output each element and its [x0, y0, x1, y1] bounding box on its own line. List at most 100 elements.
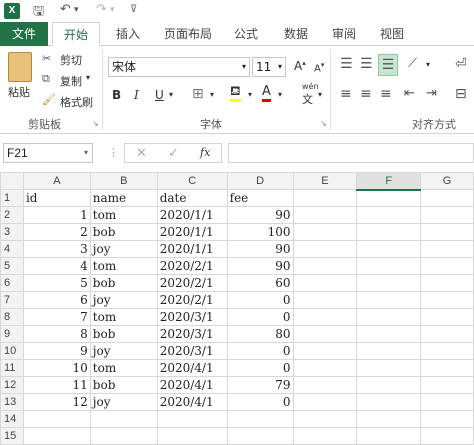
cell[interactable]: [22, 410, 91, 428]
cell[interactable]: [292, 257, 358, 275]
tab-review[interactable]: 审阅: [324, 22, 364, 46]
column-header[interactable]: E: [292, 172, 358, 190]
tab-home[interactable]: 开始: [52, 22, 100, 47]
orientation-icon[interactable]: ⟋: [408, 56, 417, 71]
cell[interactable]: [356, 325, 422, 343]
chevron-down-icon[interactable]: ▾: [318, 90, 322, 99]
cell[interactable]: fee: [226, 189, 294, 207]
column-header[interactable]: A: [22, 172, 91, 190]
chevron-down-icon[interactable]: ▾: [426, 60, 430, 69]
cell[interactable]: 2020/4/1: [156, 359, 228, 377]
cell[interactable]: [156, 427, 228, 445]
cell[interactable]: [356, 240, 422, 258]
cell[interactable]: [292, 206, 358, 224]
underline-button[interactable]: U: [155, 88, 164, 102]
cell[interactable]: tom: [89, 206, 158, 224]
cell[interactable]: 10: [22, 359, 91, 377]
cell[interactable]: joy: [89, 393, 158, 411]
tab-formulas[interactable]: 公式: [226, 22, 266, 46]
cell[interactable]: [356, 427, 422, 445]
cell[interactable]: 8: [22, 325, 91, 343]
cell[interactable]: [420, 393, 474, 411]
cell[interactable]: 2020/3/1: [156, 308, 228, 326]
cell[interactable]: [292, 308, 358, 326]
font-size-combo[interactable]: 11 ▾: [252, 57, 286, 77]
align-bottom-icon[interactable]: ☰: [378, 54, 398, 76]
cell[interactable]: 0: [226, 393, 294, 411]
tab-insert[interactable]: 插入: [108, 22, 148, 46]
cell[interactable]: [356, 206, 422, 224]
cell[interactable]: 2020/1/1: [156, 206, 228, 224]
chevron-down-icon[interactable]: ▾: [169, 90, 173, 99]
cell[interactable]: [292, 274, 358, 292]
cell[interactable]: date: [156, 189, 228, 207]
cell[interactable]: tom: [89, 308, 158, 326]
italic-button[interactable]: I: [134, 88, 139, 102]
bold-button[interactable]: B: [112, 88, 121, 102]
cell[interactable]: 90: [226, 257, 294, 275]
clipboard-launcher-icon[interactable]: ↘: [92, 119, 99, 128]
cell[interactable]: 9: [22, 342, 91, 360]
undo-dropdown-icon[interactable]: ▾: [74, 5, 79, 15]
chevron-down-icon[interactable]: ▾: [278, 58, 282, 76]
cell[interactable]: 90: [226, 206, 294, 224]
paste-button[interactable]: 粘贴: [8, 84, 30, 100]
copy-button[interactable]: 复制: [60, 73, 82, 89]
chevron-down-icon[interactable]: ▾: [210, 90, 214, 99]
cell[interactable]: tom: [89, 257, 158, 275]
redo-icon[interactable]: ↷: [96, 2, 107, 17]
cell[interactable]: 100: [226, 223, 294, 241]
cell[interactable]: [420, 427, 474, 445]
name-box[interactable]: F21 ▾: [3, 143, 93, 163]
cell[interactable]: 2020/4/1: [156, 376, 228, 394]
paste-icon[interactable]: [8, 52, 32, 82]
wrap-text-icon[interactable]: ⏎: [455, 56, 467, 72]
cell[interactable]: [356, 376, 422, 394]
cut-button[interactable]: 剪切: [60, 52, 82, 68]
cell[interactable]: [356, 257, 422, 275]
tab-page-layout[interactable]: 页面布局: [158, 22, 218, 46]
cell[interactable]: 90: [226, 240, 294, 258]
undo-icon[interactable]: ↶: [60, 2, 71, 17]
cell[interactable]: [292, 189, 358, 207]
customize-qat-icon[interactable]: ⊽: [130, 4, 137, 15]
tab-data[interactable]: 数据: [276, 22, 316, 46]
cell[interactable]: 2020/2/1: [156, 257, 228, 275]
font-launcher-icon[interactable]: ↘: [320, 119, 327, 128]
cell[interactable]: bob: [89, 325, 158, 343]
cell[interactable]: 2020/1/1: [156, 223, 228, 241]
tab-file[interactable]: 文件: [0, 22, 48, 46]
increase-font-size-icon[interactable]: A▴: [294, 59, 306, 73]
spreadsheet-grid[interactable]: A B C D E F G 1 id name date fee 2 1 tom 2020/1/…: [0, 172, 474, 445]
cell[interactable]: 2020/1/1: [156, 240, 228, 258]
cell[interactable]: [356, 308, 422, 326]
cell[interactable]: 80: [226, 325, 294, 343]
decrease-indent-icon[interactable]: ⇤: [404, 86, 415, 101]
row-header[interactable]: 5: [0, 257, 24, 275]
tab-view[interactable]: 视图: [372, 22, 412, 46]
cell[interactable]: 12: [22, 393, 91, 411]
align-center-icon[interactable]: ≡: [360, 86, 372, 102]
cell[interactable]: [420, 291, 474, 309]
row-header[interactable]: 14: [0, 410, 24, 428]
format-painter-button[interactable]: 格式刷: [60, 94, 93, 110]
cell[interactable]: [292, 223, 358, 241]
cell[interactable]: name: [89, 189, 158, 207]
row-header[interactable]: 15: [0, 427, 24, 445]
cell[interactable]: [356, 359, 422, 377]
border-icon[interactable]: ⊞: [192, 86, 204, 102]
cell[interactable]: joy: [89, 240, 158, 258]
cell[interactable]: 0: [226, 291, 294, 309]
decrease-font-size-icon[interactable]: A▾: [314, 61, 324, 74]
redo-dropdown-icon[interactable]: ▾: [110, 5, 115, 15]
cell[interactable]: 0: [226, 342, 294, 360]
cell[interactable]: [356, 189, 422, 207]
row-header[interactable]: 11: [0, 359, 24, 377]
cell[interactable]: 79: [226, 376, 294, 394]
align-middle-icon[interactable]: ☰: [360, 56, 373, 72]
cell[interactable]: [356, 393, 422, 411]
cell[interactable]: [292, 325, 358, 343]
column-header[interactable]: D: [226, 172, 294, 190]
fill-color-icon[interactable]: ⛾: [230, 85, 241, 102]
increase-indent-icon[interactable]: ⇥: [426, 86, 437, 101]
